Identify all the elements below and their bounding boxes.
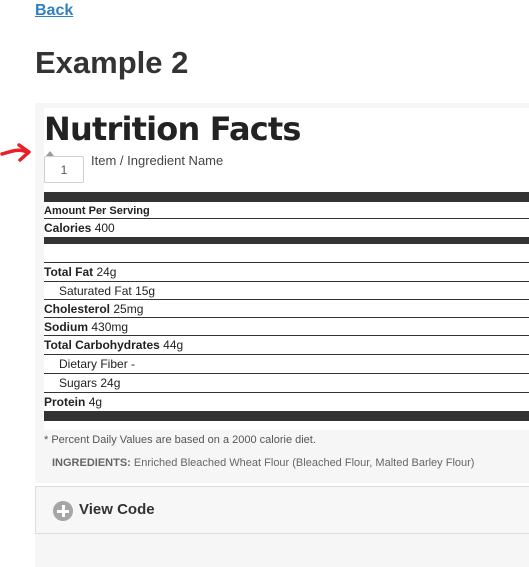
divider — [44, 335, 529, 336]
nutrient-label: Total Carbohydrates — [44, 338, 160, 352]
nutrient-label: Sugars — [59, 376, 98, 390]
nutrient-label: Saturated Fat — [59, 284, 132, 298]
nutrient-label: Dietary Fiber — [59, 357, 128, 371]
demo-area: Nutrition Facts 1 Item / Ingredient Name… — [35, 103, 529, 483]
divider — [44, 354, 529, 355]
nutrient-value: 25mg — [113, 302, 144, 316]
calories-row: Calories 400 — [44, 221, 115, 235]
nutrient-label: Total Fat — [44, 265, 94, 279]
page-title: Example 2 — [35, 45, 189, 80]
nutrient-label: Cholesterol — [44, 302, 111, 316]
nutrient-row: Total Fat 24g — [44, 265, 116, 279]
nutrient-value: 24g — [96, 265, 117, 279]
ingredients-line: INGREDIENTS: Enriched Bleached Wheat Flo… — [52, 457, 474, 469]
plus-circle-icon[interactable] — [53, 501, 73, 521]
nutrient-label: Sodium — [44, 320, 88, 334]
amount-per-serving: Amount Per Serving — [44, 205, 150, 217]
nutrient-row: Sodium 430mg — [44, 320, 128, 334]
calories-value: 400 — [94, 221, 115, 235]
nutrient-value: 4g — [88, 395, 103, 409]
back-link[interactable]: Back — [35, 2, 73, 20]
nutrient-row: Sugars 24g — [59, 376, 120, 390]
code-panel-footer — [35, 534, 529, 567]
thick-divider — [44, 192, 529, 202]
divider — [44, 373, 529, 374]
view-code-label[interactable]: View Code — [79, 501, 155, 518]
ingredients-label: INGREDIENTS: — [52, 457, 131, 469]
nutrient-row: Saturated Fat 15g — [59, 284, 155, 298]
nutrient-label: Protein — [44, 395, 86, 409]
nutrient-value: 15g — [135, 284, 156, 298]
nutrition-facts-title: Nutrition Facts — [44, 110, 301, 148]
divider — [44, 299, 529, 300]
quantity-input[interactable]: 1 — [44, 156, 84, 183]
thick-divider — [44, 237, 529, 244]
nutrient-value: 430mg — [91, 320, 129, 334]
thick-divider — [44, 411, 529, 421]
nutrient-row: Dietary Fiber - — [59, 357, 135, 371]
view-code-toggle[interactable]: View Code — [35, 486, 529, 534]
nutrition-label: Nutrition Facts 1 Item / Ingredient Name… — [44, 108, 529, 469]
divider — [44, 218, 529, 219]
nutrient-row: Cholesterol 25mg — [44, 302, 143, 316]
annotation-arrow-icon — [0, 143, 31, 162]
nutrient-row: Protein 4g — [44, 395, 102, 409]
divider — [44, 262, 529, 263]
calories-label: Calories — [44, 221, 92, 235]
divider — [44, 281, 529, 282]
daily-values-footnote: * Percent Daily Values are based on a 20… — [44, 434, 316, 446]
quantity-stepper[interactable]: 1 — [44, 151, 86, 183]
nutrient-value: 24g — [100, 376, 121, 390]
nutrient-value: 44g — [163, 338, 184, 352]
item-name-label: Item / Ingredient Name — [91, 153, 224, 168]
divider — [44, 317, 529, 318]
divider — [44, 392, 529, 393]
ingredients-text: Enriched Bleached Wheat Flour (Bleached … — [133, 457, 475, 469]
nutrient-value: - — [131, 357, 136, 371]
nutrient-row: Total Carbohydrates 44g — [44, 338, 183, 352]
